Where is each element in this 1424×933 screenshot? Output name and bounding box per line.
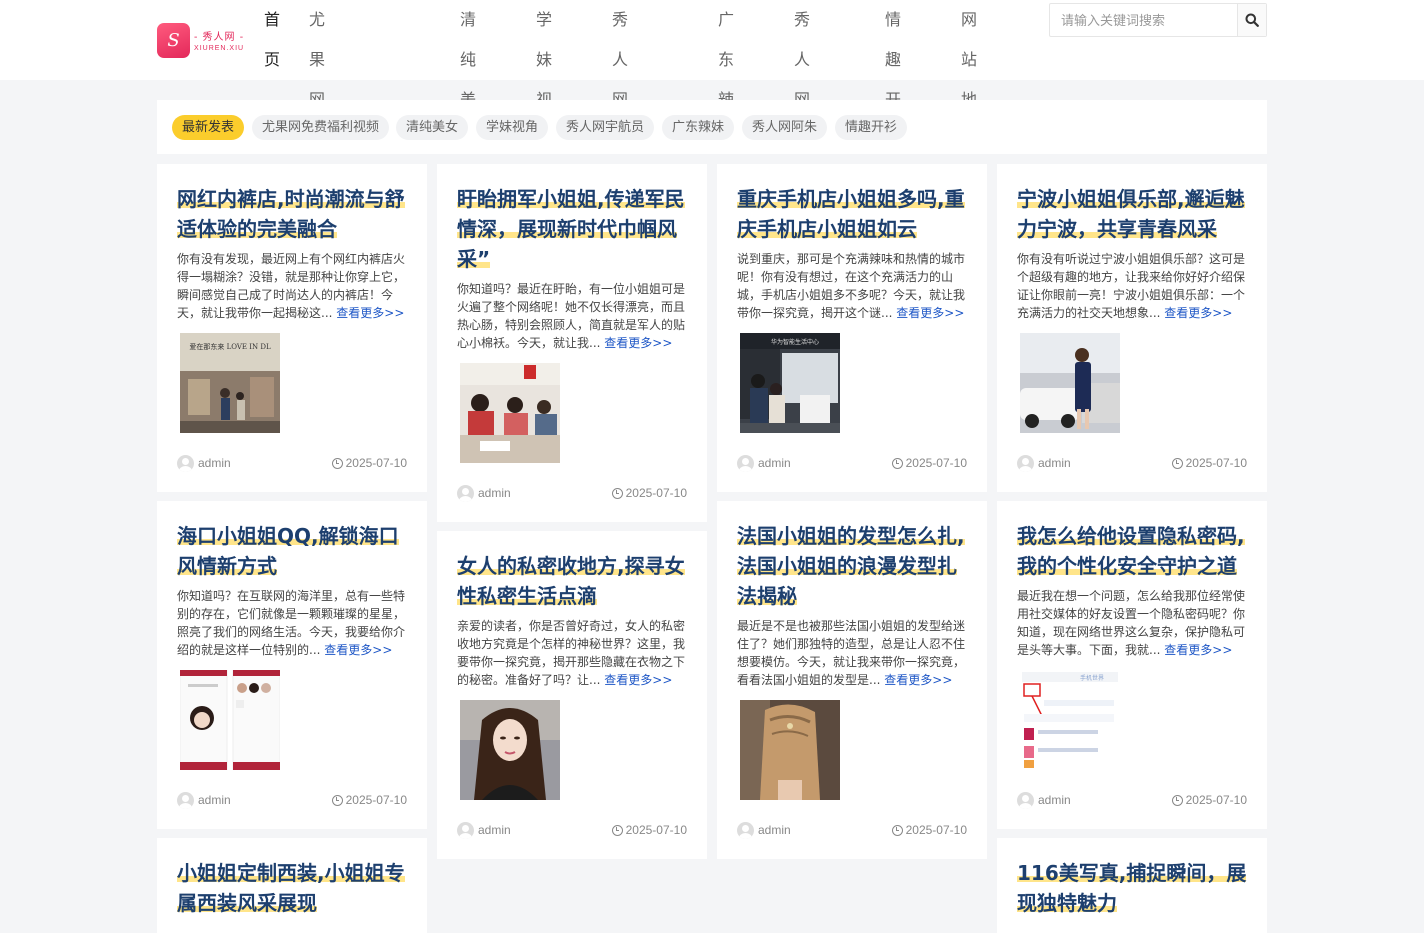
clock-icon	[1171, 457, 1183, 469]
article-thumbnail[interactable]: 华为智能生活中心	[740, 333, 840, 433]
tag-junior-view[interactable]: 学妹视角	[476, 115, 549, 140]
nav-item-home[interactable]: 首页	[264, 0, 280, 80]
tag-cardigan[interactable]: 情趣开衫	[835, 115, 908, 140]
avatar-icon	[1017, 791, 1034, 809]
logo-chinese-text: - 秀人网 -	[194, 32, 245, 43]
read-more-link[interactable]: 查看更多>>	[884, 673, 952, 687]
article-title[interactable]: 重庆手机店小姐姐多吗,重庆手机店小姐姐如云	[737, 184, 967, 244]
article-card: 116美写真,捕捉瞬间，展现独特魅力	[997, 838, 1267, 933]
site-logo[interactable]: S - 秀人网 - XIUREN.XIU	[157, 22, 245, 58]
search-button[interactable]	[1237, 4, 1266, 36]
article-title[interactable]: 法国小姐姐的发型怎么扎,法国小姐姐的浪漫发型扎法揭秘	[737, 521, 967, 611]
author-link[interactable]: admin	[457, 821, 511, 839]
article-card: 女人的私密收地方,探寻女性私密生活点滴 亲爱的读者，你是否曾好奇过，女人的私密收…	[437, 531, 707, 859]
article-card: 海口小姐姐QQ,解锁海口风情新方式 你知道吗？在互联网的海洋里，总有一些特别的存…	[157, 501, 427, 829]
article-thumbnail[interactable]	[1020, 333, 1120, 433]
author-link[interactable]: admin	[457, 484, 511, 502]
article-card: 法国小姐姐的发型怎么扎,法国小姐姐的浪漫发型扎法揭秘 最近是不是也被那些法国小姐…	[717, 501, 987, 859]
article-title[interactable]: 宁波小姐姐俱乐部,邂逅魅力宁波，共享青春风采	[1017, 184, 1247, 244]
svg-text:华为智能生活中心: 华为智能生活中心	[771, 338, 819, 346]
article-card: 盱眙拥军小姐姐,传递军民情深，展现新时代巾帼风采” 你知道吗？最近在盱眙，有一位…	[437, 164, 707, 522]
avatar-icon	[457, 484, 474, 502]
post-date: 2025-07-10	[1171, 793, 1247, 807]
author-link[interactable]: admin	[177, 791, 231, 809]
post-date: 2025-07-10	[891, 823, 967, 837]
article-title[interactable]: 海口小姐姐QQ,解锁海口风情新方式	[177, 521, 407, 581]
article-thumbnail[interactable]	[740, 700, 840, 800]
article-card: 重庆手机店小姐姐多吗,重庆手机店小姐姐如云 说到重庆，那可是个充满辣味和热情的城…	[717, 164, 987, 492]
clock-icon	[611, 487, 623, 499]
tag-azhu[interactable]: 秀人网阿朱	[742, 115, 828, 140]
article-thumbnail[interactable]	[460, 700, 560, 800]
tag-pure-beauty[interactable]: 清纯美女	[396, 115, 469, 140]
author-link[interactable]: admin	[1017, 454, 1071, 472]
article-title[interactable]: 盱眙拥军小姐姐,传递军民情深，展现新时代巾帼风采”	[457, 184, 687, 274]
clock-icon	[891, 457, 903, 469]
read-more-link[interactable]: 查看更多>>	[1164, 306, 1232, 320]
read-more-link[interactable]: 查看更多>>	[896, 306, 964, 320]
avatar-icon	[457, 821, 474, 839]
clock-icon	[611, 824, 623, 836]
avatar-icon	[177, 454, 194, 472]
search-icon	[1245, 13, 1259, 27]
tag-astronaut[interactable]: 秀人网宇航员	[556, 115, 655, 140]
author-link[interactable]: admin	[737, 454, 791, 472]
read-more-link[interactable]: 查看更多>>	[604, 336, 672, 350]
tag-youguo-video[interactable]: 尤果网免费福利视频	[252, 115, 390, 140]
search-box	[1049, 3, 1267, 37]
post-date: 2025-07-10	[891, 456, 967, 470]
article-title[interactable]: 网红内裤店,时尚潮流与舒适体验的完美融合	[177, 184, 407, 244]
search-input[interactable]	[1050, 4, 1237, 36]
read-more-link[interactable]: 查看更多>>	[604, 673, 672, 687]
svg-text:手机世界: 手机世界	[1080, 674, 1104, 682]
tag-latest[interactable]: 最新发表	[172, 115, 245, 140]
article-card: 网红内裤店,时尚潮流与舒适体验的完美融合 你有没有发现，最近网上有个网红内裤店火…	[157, 164, 427, 492]
avatar-icon	[737, 454, 754, 472]
avatar-icon	[1017, 454, 1034, 472]
post-date: 2025-07-10	[611, 486, 687, 500]
avatar-icon	[177, 791, 194, 809]
article-title[interactable]: 我怎么给他设置隐私密码,我的个性化安全守护之道	[1017, 521, 1247, 581]
avatar-icon	[737, 821, 754, 839]
article-card: 我怎么给他设置隐私密码,我的个性化安全守护之道 最近我在想一个问题，怎么给我那位…	[997, 501, 1267, 829]
post-date: 2025-07-10	[611, 823, 687, 837]
logo-english-text: XIUREN.XIU	[194, 45, 245, 52]
clock-icon	[331, 457, 343, 469]
post-date: 2025-07-10	[331, 793, 407, 807]
article-card: 宁波小姐姐俱乐部,邂逅魅力宁波，共享青春风采 你有没有听说过宁波小姐姐俱乐部？这…	[997, 164, 1267, 492]
post-date: 2025-07-10	[331, 456, 407, 470]
clock-icon	[1171, 794, 1183, 806]
author-link[interactable]: admin	[177, 454, 231, 472]
author-link[interactable]: admin	[1017, 791, 1071, 809]
article-title[interactable]: 女人的私密收地方,探寻女性私密生活点滴	[457, 551, 687, 611]
tag-guangdong[interactable]: 广东辣妹	[662, 115, 735, 140]
read-more-link[interactable]: 查看更多>>	[1164, 643, 1232, 657]
article-card: 小姐姐定制西装,小姐姐专属西装风采展现	[157, 838, 427, 933]
article-title[interactable]: 小姐姐定制西装,小姐姐专属西装风采展现	[177, 858, 407, 918]
svg-text:爱在那东来 LOVE IN DL: 爱在那东来 LOVE IN DL	[189, 342, 271, 351]
author-link[interactable]: admin	[737, 821, 791, 839]
article-title[interactable]: 116美写真,捕捉瞬间，展现独特魅力	[1017, 858, 1247, 918]
article-thumbnail[interactable]: 爱在那东来 LOVE IN DL	[180, 333, 280, 433]
read-more-link[interactable]: 查看更多>>	[324, 643, 392, 657]
post-date: 2025-07-10	[1171, 456, 1247, 470]
category-tag-bar: 最新发表 尤果网免费福利视频 清纯美女 学妹视角 秀人网宇航员 广东辣妹 秀人网…	[157, 100, 1267, 154]
article-thumbnail[interactable]	[460, 363, 560, 463]
read-more-link[interactable]: 查看更多>>	[336, 306, 404, 320]
article-thumbnail[interactable]: 手机世界	[1020, 670, 1120, 770]
logo-mark: S	[157, 22, 190, 58]
clock-icon	[891, 824, 903, 836]
clock-icon	[331, 794, 343, 806]
site-header: S - 秀人网 - XIUREN.XIU 首页 尤果网免费福利视频 清纯美女 学…	[0, 0, 1424, 349]
article-thumbnail[interactable]	[180, 670, 280, 770]
